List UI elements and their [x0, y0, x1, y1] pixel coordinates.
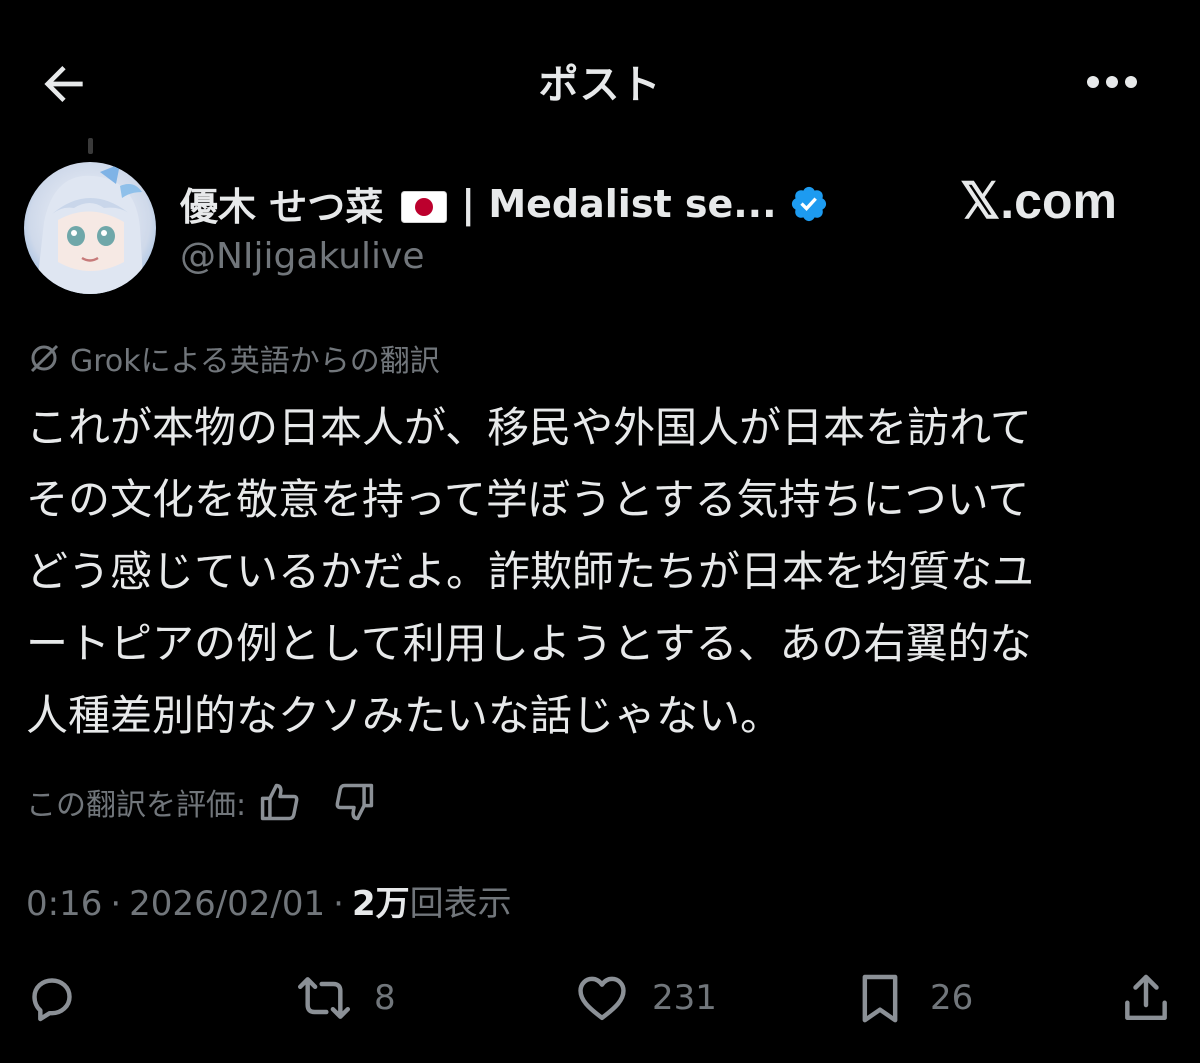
- share-icon: [1125, 974, 1167, 1021]
- post-text-line: その文化を敬意を持って学ぼうとする気持ちについて: [26, 475, 1030, 524]
- post-time[interactable]: 0:16: [26, 884, 102, 924]
- author-name-suffix: | Medalist se...: [461, 181, 777, 226]
- thread-connector: [88, 138, 93, 154]
- author-handle[interactable]: @NIjigakulive: [180, 236, 424, 277]
- post-text: これが本物の日本人が、移民や外国人が日本を訪れて その文化を敬意を持って学ぼうと…: [26, 392, 1176, 752]
- views-count[interactable]: 2万: [352, 876, 410, 925]
- heart-icon: [578, 976, 626, 1021]
- verified-badge-icon: [789, 184, 829, 224]
- post-meta: 0:16 · 2026/02/01 · 2万 回表示: [26, 876, 512, 925]
- repost-icon: [297, 977, 351, 1019]
- repost-count: 8: [374, 978, 396, 1018]
- thumbs-up-button[interactable]: [254, 776, 306, 828]
- like-count: 231: [652, 978, 717, 1018]
- translation-notice: Grokによる英語からの翻訳: [26, 336, 440, 380]
- repost-button[interactable]: 8: [296, 968, 396, 1028]
- post-date[interactable]: 2026/02/01: [129, 884, 325, 924]
- post-text-line: これが本物の日本人が、移民や外国人が日本を訪れて: [26, 403, 1032, 452]
- views-label: 回表示: [409, 884, 512, 924]
- reply-button[interactable]: [24, 968, 80, 1028]
- more-button[interactable]: [1080, 60, 1144, 104]
- reply-icon: [32, 978, 72, 1022]
- thumbs-down-button[interactable]: [328, 776, 380, 828]
- grok-icon: [30, 344, 59, 373]
- bookmark-button[interactable]: 26: [852, 968, 973, 1028]
- rate-translation: この翻訳を評価:: [26, 776, 380, 828]
- thumbs-up-icon: [260, 783, 299, 821]
- page-title: ポスト: [538, 62, 662, 108]
- post-text-line: 人種差別的なクソみたいな話じゃない。: [26, 691, 783, 740]
- more-horizontal-icon: [1087, 76, 1137, 88]
- author-display-name: 優木 せつ菜: [180, 185, 384, 229]
- bookmark-count: 26: [930, 978, 974, 1018]
- share-button[interactable]: [1118, 968, 1174, 1028]
- japan-flag-icon: [401, 188, 448, 223]
- post-text-line: ートピアの例として利用しようとする、あの右翼的な: [26, 619, 1032, 668]
- rate-translation-label: この翻訳を評価:: [26, 788, 247, 823]
- author-name[interactable]: 優木 せつ菜 | Medalist se...: [180, 176, 829, 231]
- meta-separator: ·: [110, 884, 122, 924]
- meta-separator: ·: [333, 884, 344, 924]
- watermark: 𝕏.com: [960, 173, 1117, 229]
- like-button[interactable]: 231: [574, 968, 717, 1028]
- thumbs-down-icon: [335, 783, 374, 821]
- translation-notice-text: Grokによる英語からの翻訳: [70, 344, 440, 379]
- post-text-line: どう感じているかだよ。詐欺師たちが日本を均質なユ: [26, 547, 1035, 596]
- avatar[interactable]: [24, 162, 156, 294]
- bookmark-icon: [862, 974, 898, 1023]
